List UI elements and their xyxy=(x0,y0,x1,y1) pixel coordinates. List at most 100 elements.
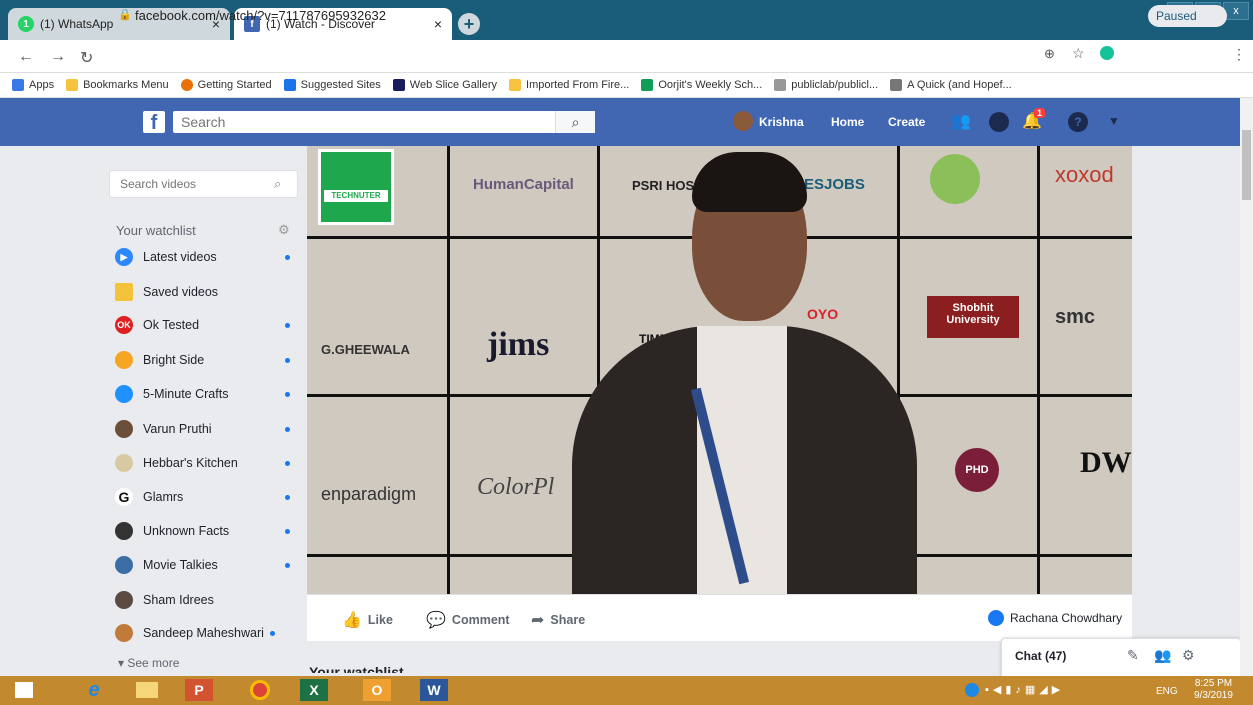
bookmark-suggested-sites[interactable]: Suggested Sites xyxy=(283,79,381,91)
github-icon xyxy=(774,79,787,91)
gear-icon[interactable]: ⚙ xyxy=(278,222,290,238)
reload-icon[interactable]: ↻ xyxy=(80,48,93,68)
share-icon: ➦ xyxy=(531,612,545,629)
gear-icon[interactable]: ⚙ xyxy=(1182,647,1195,664)
clock[interactable]: 8:25 PM 9/3/2019 xyxy=(1194,678,1233,702)
unread-dot xyxy=(285,460,290,466)
unread-dot xyxy=(285,426,290,432)
unread-dot xyxy=(285,254,290,260)
sidebar-item-bright-side[interactable]: Bright Side xyxy=(115,349,295,371)
sidebar-item-sandeep-maheshwari[interactable]: Sandeep Maheshwari xyxy=(115,622,295,644)
backdrop-logo: ColorPl xyxy=(477,474,555,500)
unread-dot xyxy=(285,494,290,500)
url-input[interactable]: facebook.com/watch/?v=711787695932632 xyxy=(135,8,386,23)
backdrop-logo: PHD xyxy=(955,448,999,492)
bookmark-oorjit-weekly[interactable]: Oorjit's Weekly Sch... xyxy=(641,79,762,91)
profile-link[interactable]: Krishna xyxy=(759,115,804,129)
sidebar-item-saved-videos[interactable]: Saved videos xyxy=(115,281,295,303)
chrome-icon[interactable] xyxy=(246,679,274,701)
sidebar-item-glamrs[interactable]: G Glamrs xyxy=(115,486,295,508)
share-button[interactable]: ➦ Share xyxy=(531,610,585,630)
sandeep-maheshwari-avatar xyxy=(115,624,133,642)
menu-kebab-icon[interactable]: ⋮ xyxy=(1232,46,1246,63)
compose-icon[interactable]: ✎ xyxy=(1127,647,1139,664)
avatar[interactable] xyxy=(733,111,753,131)
powerpoint-icon[interactable]: P xyxy=(185,679,213,701)
unread-dot xyxy=(285,562,290,568)
group-icon[interactable]: 👥 xyxy=(1154,647,1171,664)
facebook-search-input[interactable] xyxy=(173,111,594,133)
thumbs-up-icon: 👍 xyxy=(342,612,362,629)
channel-link[interactable]: Rachana Chowdhary xyxy=(988,610,1122,626)
comment-icon: 💬 xyxy=(426,612,446,629)
bookmark-getting-started[interactable]: Getting Started xyxy=(180,79,272,91)
backdrop-logo: smc xyxy=(1055,306,1096,328)
sidebar-item-5-minute-crafts[interactable]: 5-Minute Crafts xyxy=(115,383,295,405)
close-window-button[interactable]: x xyxy=(1223,2,1249,20)
internet-explorer-icon[interactable]: e xyxy=(80,679,108,701)
bookmark-publiclab[interactable]: publiclab/publicl... xyxy=(774,79,878,91)
account-dropdown-icon[interactable]: ▼ xyxy=(1108,114,1120,128)
system-tray-icons[interactable]: ▪◀▮♪▦◢▶ xyxy=(985,683,1145,697)
forward-arrow-icon[interactable]: → xyxy=(50,48,66,66)
folder-icon xyxy=(66,79,79,91)
avatar xyxy=(988,610,1004,626)
zoom-icon[interactable]: ⊕ xyxy=(1044,46,1055,62)
sidebar-item-sham-idrees[interactable]: Sham Idrees xyxy=(115,589,295,611)
close-tab-icon[interactable]: × xyxy=(434,16,442,32)
unread-dot xyxy=(270,630,275,636)
bookmark-a-quick[interactable]: A Quick (and Hopef... xyxy=(890,79,1012,91)
bookmark-web-slice-gallery[interactable]: Web Slice Gallery xyxy=(392,79,497,91)
backdrop-logo: PSRI HOS xyxy=(632,178,695,193)
bookmark-imported-from-firefox[interactable]: Imported From Fire... xyxy=(509,79,629,91)
bookmark-icon xyxy=(115,283,133,301)
create-link[interactable]: Create xyxy=(888,115,925,129)
bookmark-apps[interactable]: Apps xyxy=(12,79,54,91)
profile-paused-button[interactable]: Paused xyxy=(1148,5,1227,27)
backdrop-logo: Shobhit University xyxy=(927,296,1019,338)
messenger-icon[interactable] xyxy=(989,112,1009,132)
sidebar-item-movie-talkies[interactable]: Movie Talkies xyxy=(115,554,295,576)
backdrop-logo: OYO xyxy=(807,306,839,322)
word-icon[interactable]: W xyxy=(420,679,448,701)
outlook-icon[interactable]: O xyxy=(363,679,391,701)
search-videos-input[interactable] xyxy=(109,170,298,198)
home-link[interactable]: Home xyxy=(831,115,864,129)
hebbars-kitchen-avatar xyxy=(115,454,133,472)
language-indicator[interactable]: ENG xyxy=(1156,686,1178,697)
firefox-icon xyxy=(180,79,193,91)
video-player[interactable]: HumanCapital PSRI HOS ESJOBS xoxod G.GHE… xyxy=(307,146,1132,594)
backdrop-logo: DW xyxy=(1080,446,1132,479)
chevron-down-icon: ▾ xyxy=(118,656,128,670)
sidebar-item-ok-tested[interactable]: OK Ok Tested xyxy=(115,314,295,336)
scrollbar-thumb[interactable] xyxy=(1242,130,1251,200)
bookmark-star-icon[interactable]: ☆ xyxy=(1072,45,1085,62)
search-icon[interactable]: ⌕ xyxy=(555,111,595,133)
sidebar-item-unknown-facts[interactable]: Unknown Facts xyxy=(115,520,295,542)
sidebar-item-latest-videos[interactable]: ▶ Latest videos xyxy=(115,246,295,268)
friend-requests-icon[interactable]: 👥 xyxy=(951,111,971,131)
technuter-watermark: TECHNUTER xyxy=(318,149,394,225)
watchlist-title: Your watchlist xyxy=(116,223,196,238)
grammarly-icon[interactable] xyxy=(1100,46,1114,60)
chat-label[interactable]: Chat (47) xyxy=(1015,649,1066,663)
windows-logo-icon xyxy=(15,682,33,698)
backdrop-logo: enparadigm xyxy=(321,484,417,504)
like-button[interactable]: 👍 Like xyxy=(342,610,393,630)
comment-button[interactable]: 💬 Comment xyxy=(426,610,510,630)
bookmark-bookmarks-menu[interactable]: Bookmarks Menu xyxy=(66,79,169,91)
sidebar-item-hebbars-kitchen[interactable]: Hebbar's Kitchen xyxy=(115,452,295,474)
see-more-link[interactable]: ▾ See more xyxy=(118,656,179,670)
facebook-logo-icon[interactable]: f xyxy=(143,111,165,134)
help-icon[interactable]: ? xyxy=(1068,112,1088,132)
sidebar-item-varun-pruthi[interactable]: Varun Pruthi xyxy=(115,418,295,440)
start-button[interactable] xyxy=(10,679,38,701)
help-tray-icon[interactable] xyxy=(965,683,979,697)
file-explorer-icon[interactable] xyxy=(133,679,161,701)
excel-icon[interactable]: X xyxy=(300,679,328,701)
unread-dot xyxy=(285,322,290,328)
backdrop-logo: HumanCapital xyxy=(473,176,574,193)
new-tab-button[interactable]: + xyxy=(458,13,480,35)
backdrop-logo: jims xyxy=(487,326,550,363)
back-arrow-icon[interactable]: ← xyxy=(18,48,34,66)
